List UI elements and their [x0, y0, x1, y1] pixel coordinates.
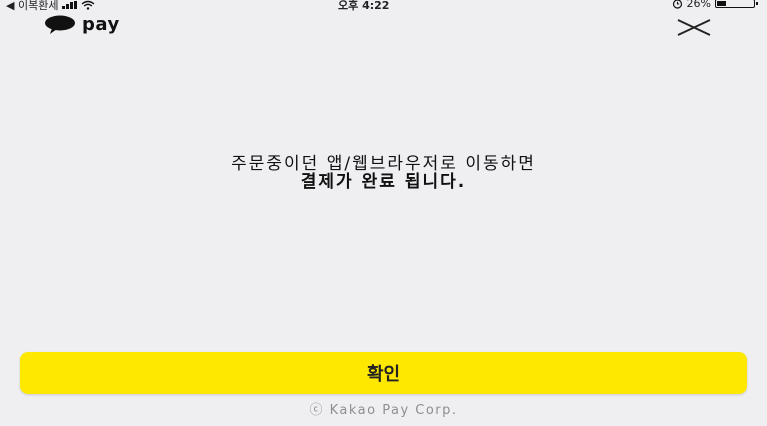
status-right: 26% — [672, 0, 758, 10]
battery-level — [717, 1, 727, 6]
kakao-speech-bubble-icon — [45, 15, 75, 34]
battery-icon — [715, 0, 758, 8]
signal-icon — [62, 1, 78, 9]
close-button[interactable] — [676, 16, 712, 38]
wifi-icon — [81, 0, 95, 10]
kakao-pay-logo: pay — [44, 14, 120, 35]
header: pay — [0, 12, 767, 40]
close-icon — [677, 19, 711, 36]
message-line-2: 결제가 완료 됩니다. — [300, 172, 467, 192]
payment-message: 주문중이던 앱/웹브라우저로 이동하면 결제가 완료 됩니다. — [0, 155, 767, 191]
confirm-button[interactable]: 확인 — [20, 352, 747, 394]
status-bar: ◀ 이복환세 오후 4:22 26% — [0, 0, 767, 12]
battery-percent: 26% — [686, 0, 711, 10]
brand-text: pay — [82, 14, 120, 35]
message-line-1: 주문중이던 앱/웹브라우저로 이동하면 — [231, 154, 536, 174]
footer-copyright: ⓒ Kakao Pay Corp. — [309, 403, 458, 418]
alarm-icon — [672, 0, 682, 9]
